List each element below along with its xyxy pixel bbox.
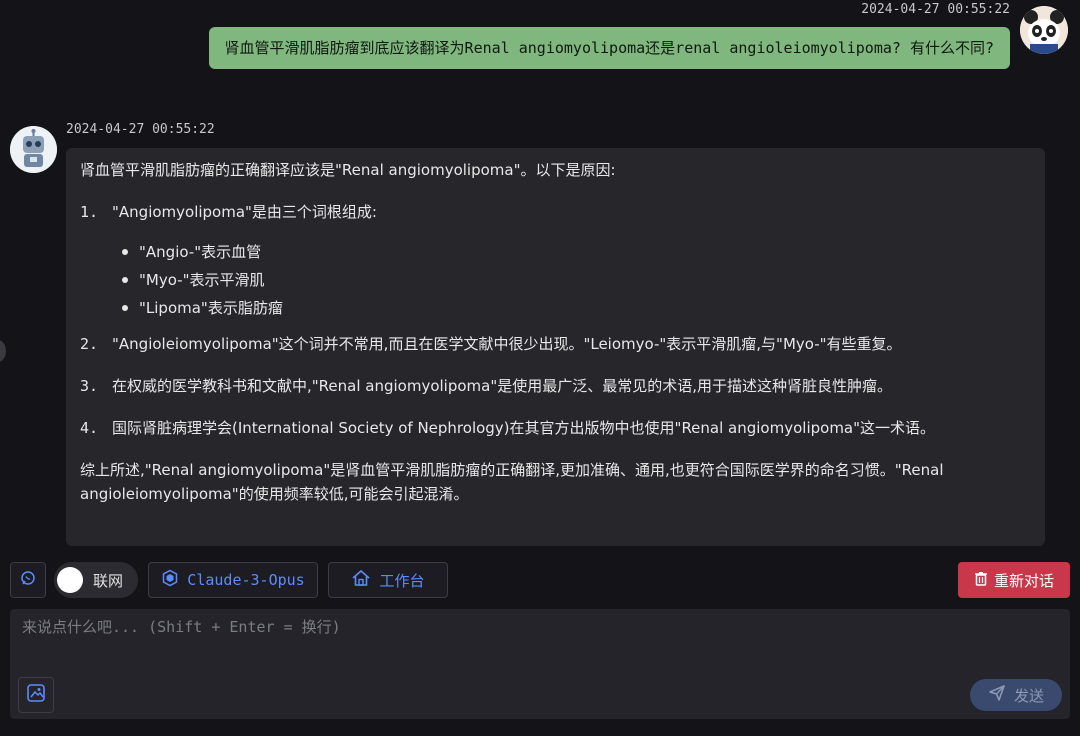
send-label: 发送: [1013, 686, 1044, 705]
model-label: Claude-3-Opus: [187, 571, 305, 589]
list-item: 3. 在权威的医学教科书和文献中,"Renal angiomyolipoma"是…: [80, 377, 893, 395]
sub-list: "Angio-"表示血管 "Myo-"表示平滑肌 "Lipoma"表示脂肪瘤: [122, 238, 1017, 322]
robot-avatar-icon[interactable]: [10, 126, 57, 173]
send-button[interactable]: 发送: [970, 679, 1062, 711]
scroll-handle[interactable]: [0, 340, 6, 362]
message-composer: 发送: [10, 609, 1070, 719]
assistant-message-timestamp: 2024-04-27 00:55:22: [66, 122, 215, 137]
chat-bubble-icon: [20, 570, 36, 590]
workspace-label: 工作台: [379, 571, 425, 590]
toggle-knob: [57, 567, 83, 593]
assistant-intro: 肾血管平滑肌脂肪瘤的正确翻译应该是"Renal angiomyolipoma"。…: [80, 161, 616, 179]
upload-image-button[interactable]: [18, 677, 54, 713]
assistant-summary: 综上所述,"Renal angiomyolipoma"是肾血管平滑肌脂肪瘤的正确…: [80, 461, 944, 503]
image-icon: [26, 683, 46, 707]
sub-list-item: "Myo-"表示平滑肌: [122, 266, 1017, 294]
home-icon: [351, 569, 371, 591]
panda-avatar-icon[interactable]: [1020, 6, 1068, 54]
model-select-button[interactable]: Claude-3-Opus: [148, 562, 318, 598]
sub-list-item: "Angio-"表示血管: [122, 238, 1017, 266]
web-search-toggle[interactable]: 联网: [54, 562, 138, 598]
chat-toolbar: 联网 Claude-3-Opus 工作台 重新对话: [10, 562, 1070, 600]
cube-icon: [161, 569, 179, 591]
list-item: 2. "Angioleiomyolipoma"这个词并不常用,而且在医学文献中很…: [80, 335, 902, 353]
assistant-message-bubble: 肾血管平滑肌脂肪瘤的正确翻译应该是"Renal angiomyolipoma"。…: [66, 148, 1045, 546]
workspace-button[interactable]: 工作台: [328, 562, 448, 598]
user-message-bubble: 肾血管平滑肌脂肪瘤到底应该翻译为Renal angiomyolipoma还是re…: [208, 27, 1010, 69]
reset-chat-button[interactable]: 重新对话: [958, 562, 1070, 598]
trash-icon: [974, 571, 988, 590]
user-message: 2024-04-27 00:55:22 肾血管平滑肌脂肪瘤到底应该翻译为Rena…: [0, 0, 1080, 100]
send-icon: [988, 684, 1006, 706]
sub-list-item: "Lipoma"表示脂肪瘤: [122, 294, 1017, 322]
reset-chat-label: 重新对话: [993, 571, 1054, 590]
web-search-label: 联网: [93, 571, 124, 590]
message-input[interactable]: [22, 617, 1058, 677]
chat-mode-button[interactable]: [10, 562, 46, 598]
user-message-timestamp: 2024-04-27 00:55:22: [861, 2, 1010, 17]
list-item: 4. 国际肾脏病理学会(International Society of Nep…: [80, 419, 936, 437]
list-item: 1. "Angiomyolipoma"是由三个词根组成:: [80, 203, 377, 221]
